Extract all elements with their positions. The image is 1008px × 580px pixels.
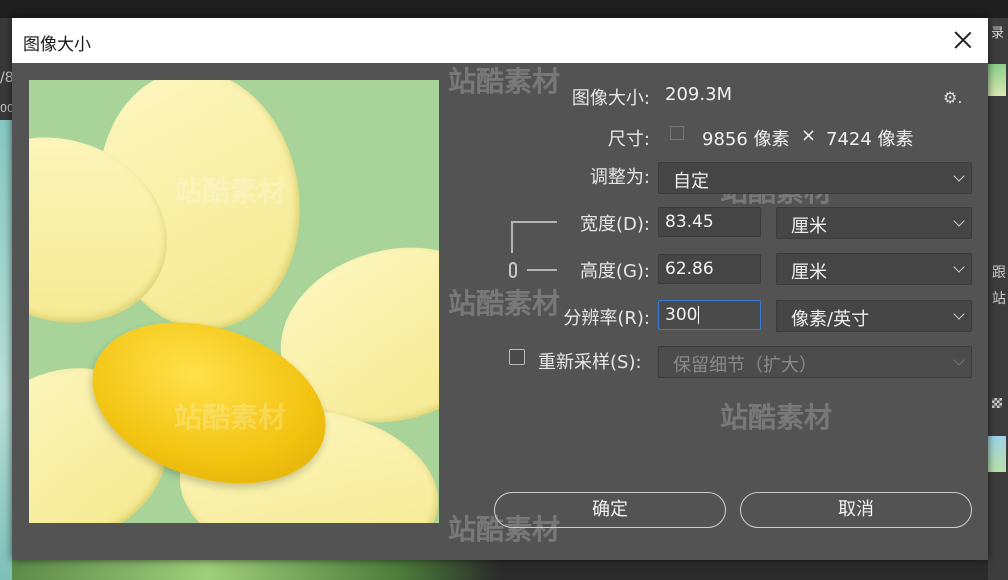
height-label: 高度(G): (579, 261, 650, 282)
resample-checkbox[interactable] (509, 349, 525, 365)
app-left-canvas-strip (0, 120, 12, 580)
app-right-thumbnail-2[interactable] (988, 436, 1006, 472)
resolution-value: 300 (665, 305, 698, 325)
resolution-unit-select[interactable]: 像素/英寸 (776, 300, 972, 332)
dialog-titlebar: 图像大小 (12, 18, 988, 63)
app-top-bar (0, 0, 1008, 18)
width-unit-value: 厘米 (791, 216, 827, 237)
resample-method-select[interactable]: 保留细节（扩大） (658, 346, 972, 378)
image-size-dialog: 图像大小 站酷素材 站酷素材 站酷素材 站酷素材 站酷素材 站酷素材 站酷素材 … (12, 18, 988, 560)
chevron-down-icon (953, 261, 965, 273)
chevron-down-icon (953, 215, 965, 227)
cancel-button[interactable]: 取消 (740, 492, 972, 528)
height-unit-select[interactable]: 厘米 (776, 253, 972, 285)
height-input[interactable]: 62.86 (658, 254, 761, 284)
app-right-char: 跟 (992, 265, 1006, 281)
image-size-value: 209.3M (665, 84, 733, 105)
dimensions-width-px: 9856 像素 (702, 129, 790, 150)
resolution-unit-value: 像素/英寸 (791, 309, 870, 330)
dimensions-height-px: 7424 像素 (826, 129, 914, 150)
link-bracket-side (511, 221, 513, 253)
app-bottom-canvas-strip (12, 560, 988, 580)
fit-to-select[interactable]: 自定 (658, 162, 972, 194)
resolution-input[interactable]: 300 (658, 300, 761, 330)
transparency-checker-icon (992, 398, 1002, 408)
watermark: 站酷素材 (720, 401, 833, 434)
chain-link-icon[interactable] (509, 262, 517, 278)
fit-to-label: 调整为: (589, 167, 650, 188)
ok-button[interactable]: 确定 (494, 492, 726, 528)
image-size-label: 图像大小: (571, 88, 650, 109)
dialog-title: 图像大小 (23, 35, 91, 55)
resample-label: 重新采样(S): (538, 352, 642, 373)
chevron-down-icon (953, 354, 965, 366)
image-preview[interactable] (29, 80, 439, 523)
dimensions-dropdown-icon[interactable] (670, 126, 684, 140)
resolution-label: 分辨率(R): (563, 308, 650, 329)
dimensions-times: × (801, 125, 817, 146)
text-caret (698, 306, 700, 324)
chevron-down-icon (953, 170, 965, 182)
height-unit-value: 厘米 (791, 262, 827, 283)
app-right-label: 录 (990, 26, 1004, 41)
close-icon[interactable] (952, 29, 974, 51)
app-right-char-2: 站 (992, 291, 1006, 307)
app-right-thumbnail[interactable] (988, 64, 1006, 96)
width-input[interactable]: 83.45 (658, 207, 761, 237)
resample-method-value: 保留细节（扩大） (673, 355, 817, 376)
width-label: 宽度(D): (580, 214, 650, 235)
dimensions-label: 尺寸: (607, 129, 650, 150)
width-unit-select[interactable]: 厘米 (776, 207, 972, 239)
chevron-down-icon (953, 308, 965, 320)
gear-icon[interactable]: ⚙. (943, 88, 962, 107)
fit-to-value: 自定 (673, 171, 709, 192)
